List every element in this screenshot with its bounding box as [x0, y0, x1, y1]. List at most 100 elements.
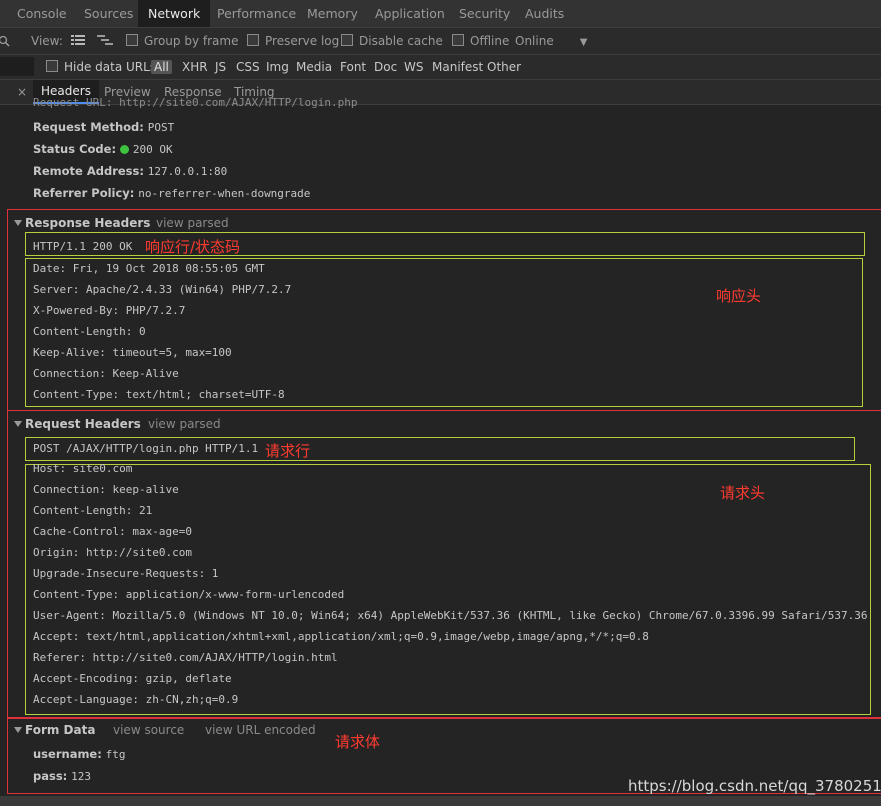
- form-data-toggle[interactable]: Form Data: [14, 723, 95, 737]
- header-line: Accept-Encoding: gzip, deflate: [33, 672, 232, 685]
- header-line: User-Agent: Mozilla/5.0 (Windows NT 10.0…: [33, 609, 868, 622]
- request-body-annotation: 请求体: [335, 733, 381, 751]
- filter-other[interactable]: Other: [487, 55, 521, 79]
- disable-cache-label: Disable cache: [359, 34, 443, 48]
- header-line: Host: site0.com: [33, 462, 133, 475]
- filter-manifest[interactable]: Manifest: [432, 55, 483, 79]
- status-code-label: Status Code:: [33, 142, 117, 156]
- devtools-tab-bar: Console Sources Network Performance Memo…: [0, 0, 881, 28]
- search-icon[interactable]: [0, 28, 10, 54]
- watermark-text: https://blog.csdn.net/qq_37802511: [628, 777, 881, 795]
- filter-all[interactable]: All: [151, 55, 172, 79]
- filter-xhr[interactable]: XHR: [182, 55, 208, 79]
- form-field-key: username:: [33, 747, 102, 761]
- filter-img[interactable]: Img: [266, 55, 289, 79]
- form-field-key: pass:: [33, 769, 68, 783]
- form-field-row: pass: 123: [33, 769, 91, 783]
- tab-network[interactable]: Network: [138, 0, 211, 27]
- header-line: Referer: http://site0.com/AJAX/HTTP/logi…: [33, 651, 338, 664]
- status-line-annotation: 响应行/状态码: [145, 238, 241, 256]
- header-line: Connection: Keep-Alive: [33, 367, 179, 380]
- preserve-log-label: Preserve log: [265, 34, 340, 48]
- filter-doc[interactable]: Doc: [374, 55, 397, 79]
- filter-js[interactable]: JS: [215, 55, 226, 79]
- taskbar-strip: [0, 796, 881, 806]
- header-line: Connection: keep-alive: [33, 483, 179, 496]
- referrer-policy-row: Referrer Policy: no-referrer-when-downgr…: [33, 186, 310, 200]
- network-toolbar: View: Group by frame Preserve log Disabl…: [0, 28, 881, 55]
- remote-address-row: Remote Address: 127.0.0.1:80: [33, 164, 227, 178]
- throttling-select[interactable]: Online ▼: [515, 28, 587, 56]
- request-headers-toggle[interactable]: Request Headers: [14, 417, 141, 431]
- triangle-down-icon: [14, 727, 22, 733]
- header-line: Upgrade-Insecure-Requests: 1: [33, 567, 219, 580]
- header-line: Content-Length: 0: [33, 325, 146, 338]
- request-view-parsed-link[interactable]: view parsed: [148, 417, 221, 431]
- remote-address-label: Remote Address:: [33, 164, 144, 178]
- filter-font[interactable]: Font: [340, 55, 366, 79]
- filter-input[interactable]: [0, 57, 34, 76]
- group-by-frame-label: Group by frame: [144, 34, 239, 48]
- header-line: Accept-Language: zh-CN,zh;q=0.9: [33, 693, 239, 706]
- triangle-down-icon: [14, 421, 22, 427]
- response-view-parsed-link[interactable]: view parsed: [156, 216, 229, 230]
- header-line: Content-Type: application/x-www-form-url…: [33, 588, 345, 601]
- request-headers-annotation: 请求头: [720, 484, 766, 502]
- header-line: Cache-Control: max-age=0: [33, 525, 192, 538]
- header-line: Accept: text/html,application/xhtml+xml,…: [33, 630, 649, 643]
- tab-audits[interactable]: Audits: [525, 0, 564, 27]
- chevron-down-icon: ▼: [579, 37, 588, 48]
- view-source-link[interactable]: view source: [113, 723, 184, 737]
- headers-panel: Request URL: http://site0.com/AJAX/HTTP/…: [0, 96, 881, 795]
- header-line: Content-Type: text/html; charset=UTF-8: [33, 388, 285, 401]
- header-line: Content-Length: 21: [33, 504, 153, 517]
- referrer-policy-label: Referrer Policy:: [33, 186, 135, 200]
- group-by-frame-checkbox[interactable]: Group by frame: [126, 28, 238, 54]
- hide-data-urls-checkbox[interactable]: Hide data URLs: [46, 55, 156, 79]
- status-code-value: 200 OK: [132, 143, 173, 156]
- hide-data-urls-label: Hide data URLs: [64, 60, 157, 74]
- referrer-policy-value: no-referrer-when-downgrade: [138, 187, 311, 200]
- triangle-down-icon: [14, 220, 22, 226]
- request-method-value: POST: [147, 121, 175, 134]
- form-field-value: 123: [71, 770, 91, 783]
- filter-media[interactable]: Media: [296, 55, 332, 79]
- throttling-value: Online: [515, 34, 554, 48]
- tab-console[interactable]: Console: [17, 0, 67, 27]
- filter-ws[interactable]: WS: [404, 55, 423, 79]
- request-line-annotation: 请求行: [265, 442, 311, 460]
- request-method-label: Request Method:: [33, 120, 144, 134]
- request-line: POST /AJAX/HTTP/login.php HTTP/1.1: [33, 442, 259, 455]
- preserve-log-checkbox[interactable]: Preserve log: [247, 28, 339, 54]
- overview-icon[interactable]: [97, 28, 113, 54]
- large-rows-icon[interactable]: [71, 28, 85, 54]
- status-ok-icon: [119, 145, 129, 154]
- response-status-line: HTTP/1.1 200 OK: [33, 240, 133, 253]
- tab-security[interactable]: Security: [459, 0, 510, 27]
- tab-performance[interactable]: Performance: [217, 0, 296, 27]
- tab-application[interactable]: Application: [375, 0, 445, 27]
- view-label: View:: [31, 34, 63, 48]
- response-headers-annotation: 响应头: [716, 287, 762, 305]
- header-line: Server: Apache/2.4.33 (Win64) PHP/7.2.7: [33, 283, 292, 296]
- header-line: X-Powered-By: PHP/7.2.7: [33, 304, 186, 317]
- tab-sources[interactable]: Sources: [84, 0, 133, 27]
- response-headers-toggle[interactable]: Response Headers: [14, 216, 150, 230]
- request-method-row: Request Method: POST: [33, 120, 174, 134]
- filter-bar: Hide data URLs All XHR JS CSS Img Media …: [0, 55, 881, 80]
- request-url-row: Request URL: http://site0.com/AJAX/HTTP/…: [33, 96, 358, 109]
- offline-label: Offline: [470, 34, 510, 48]
- response-headers-highlight: [25, 258, 863, 407]
- header-line: Date: Fri, 19 Oct 2018 08:55:05 GMT: [33, 262, 265, 275]
- offline-checkbox[interactable]: Offline: [452, 28, 509, 54]
- disable-cache-checkbox[interactable]: Disable cache: [341, 28, 443, 54]
- view-url-encoded-link[interactable]: view URL encoded: [205, 723, 316, 737]
- close-icon[interactable]: ×: [17, 80, 27, 104]
- header-line: Keep-Alive: timeout=5, max=100: [33, 346, 232, 359]
- tab-memory[interactable]: Memory: [307, 0, 358, 27]
- form-field-row: username: ftg: [33, 747, 126, 761]
- header-line: Origin: http://site0.com: [33, 546, 192, 559]
- remote-address-value: 127.0.0.1:80: [147, 165, 228, 178]
- filter-css[interactable]: CSS: [236, 55, 260, 79]
- status-code-row: Status Code: 200 OK: [33, 142, 173, 156]
